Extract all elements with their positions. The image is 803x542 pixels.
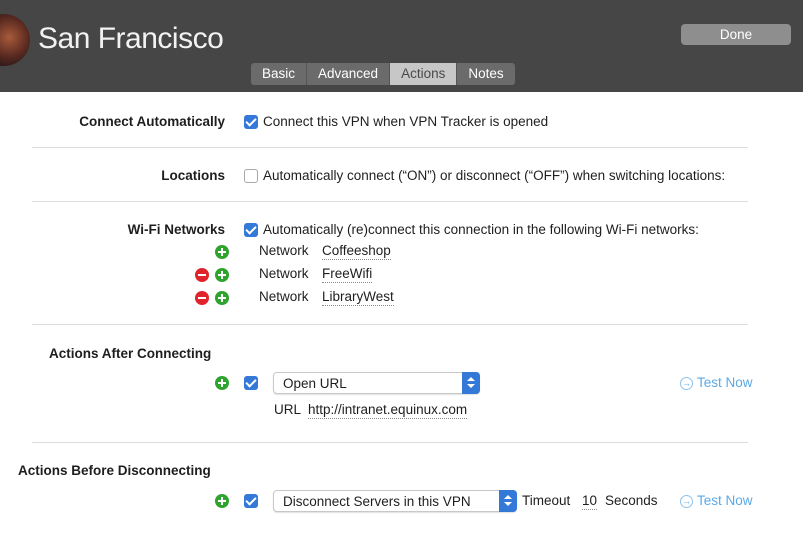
tab-basic[interactable]: Basic: [251, 63, 308, 85]
action-enabled-checkbox[interactable]: [244, 376, 258, 390]
network-label: Network: [259, 289, 309, 304]
connect-automatically-label: Connect Automatically: [79, 114, 225, 129]
wifi-networks-label: Wi-Fi Networks: [127, 222, 225, 237]
remove-network-icon[interactable]: [195, 268, 209, 282]
action-popup-value: Open URL: [283, 376, 347, 391]
window-header: San Francisco Done Basic Advanced Action…: [0, 0, 803, 92]
actions-panel: Connect Automatically Connect this VPN w…: [6, 92, 803, 542]
test-now-label: Test Now: [697, 493, 753, 508]
popup-arrows-icon: [499, 490, 517, 512]
network-name-field[interactable]: FreeWifi: [322, 266, 373, 283]
avatar: [0, 14, 30, 66]
add-action-icon[interactable]: [215, 376, 229, 390]
url-label: URL: [274, 402, 302, 417]
actions-before-disconnecting-label: Actions Before Disconnecting: [18, 463, 211, 478]
page-title: San Francisco: [38, 22, 224, 55]
remove-network-icon[interactable]: [195, 291, 209, 305]
seconds-label: Seconds: [605, 493, 658, 508]
divider: [32, 147, 748, 148]
network-label: Network: [259, 243, 309, 258]
action-popup[interactable]: Disconnect Servers in this VPN: [273, 490, 517, 512]
divider: [32, 201, 748, 202]
wifi-checkbox[interactable]: [244, 223, 258, 237]
add-network-icon[interactable]: [215, 291, 229, 305]
add-action-icon[interactable]: [215, 494, 229, 508]
arrow-right-circle-icon: →: [680, 495, 693, 508]
locations-checkbox[interactable]: [244, 169, 258, 183]
arrow-right-circle-icon: →: [680, 377, 693, 390]
connect-automatically-text: Connect this VPN when VPN Tracker is ope…: [263, 114, 549, 129]
action-enabled-checkbox[interactable]: [244, 494, 258, 508]
url-field[interactable]: http://intranet.equinux.com: [308, 402, 468, 419]
timeout-label: Timeout: [522, 493, 571, 508]
actions-after-connecting-label: Actions After Connecting: [49, 346, 212, 361]
done-button[interactable]: Done: [681, 24, 791, 45]
network-label: Network: [259, 266, 309, 281]
wifi-text: Automatically (re)connect this connectio…: [263, 222, 699, 237]
tab-actions[interactable]: Actions: [390, 63, 458, 85]
network-name-field[interactable]: LibraryWest: [322, 289, 394, 306]
action-popup-value: Disconnect Servers in this VPN: [283, 494, 471, 509]
divider: [32, 442, 748, 443]
locations-label: Locations: [161, 168, 225, 183]
action-popup[interactable]: Open URL: [273, 372, 480, 394]
tab-notes[interactable]: Notes: [457, 63, 515, 85]
tab-advanced[interactable]: Advanced: [307, 63, 391, 85]
timeout-field[interactable]: 10: [582, 493, 598, 510]
network-name-field[interactable]: Coffeeshop: [322, 243, 391, 260]
add-network-icon[interactable]: [215, 245, 229, 259]
popup-arrows-icon: [462, 372, 480, 394]
locations-text: Automatically connect (“ON”) or disconne…: [263, 168, 726, 183]
connect-automatically-checkbox[interactable]: [244, 115, 258, 129]
test-now-link[interactable]: → Test Now: [680, 375, 753, 390]
test-now-link[interactable]: → Test Now: [680, 493, 753, 508]
tab-bar: Basic Advanced Actions Notes: [251, 63, 515, 85]
test-now-label: Test Now: [697, 375, 753, 390]
add-network-icon[interactable]: [215, 268, 229, 282]
divider: [32, 324, 748, 325]
